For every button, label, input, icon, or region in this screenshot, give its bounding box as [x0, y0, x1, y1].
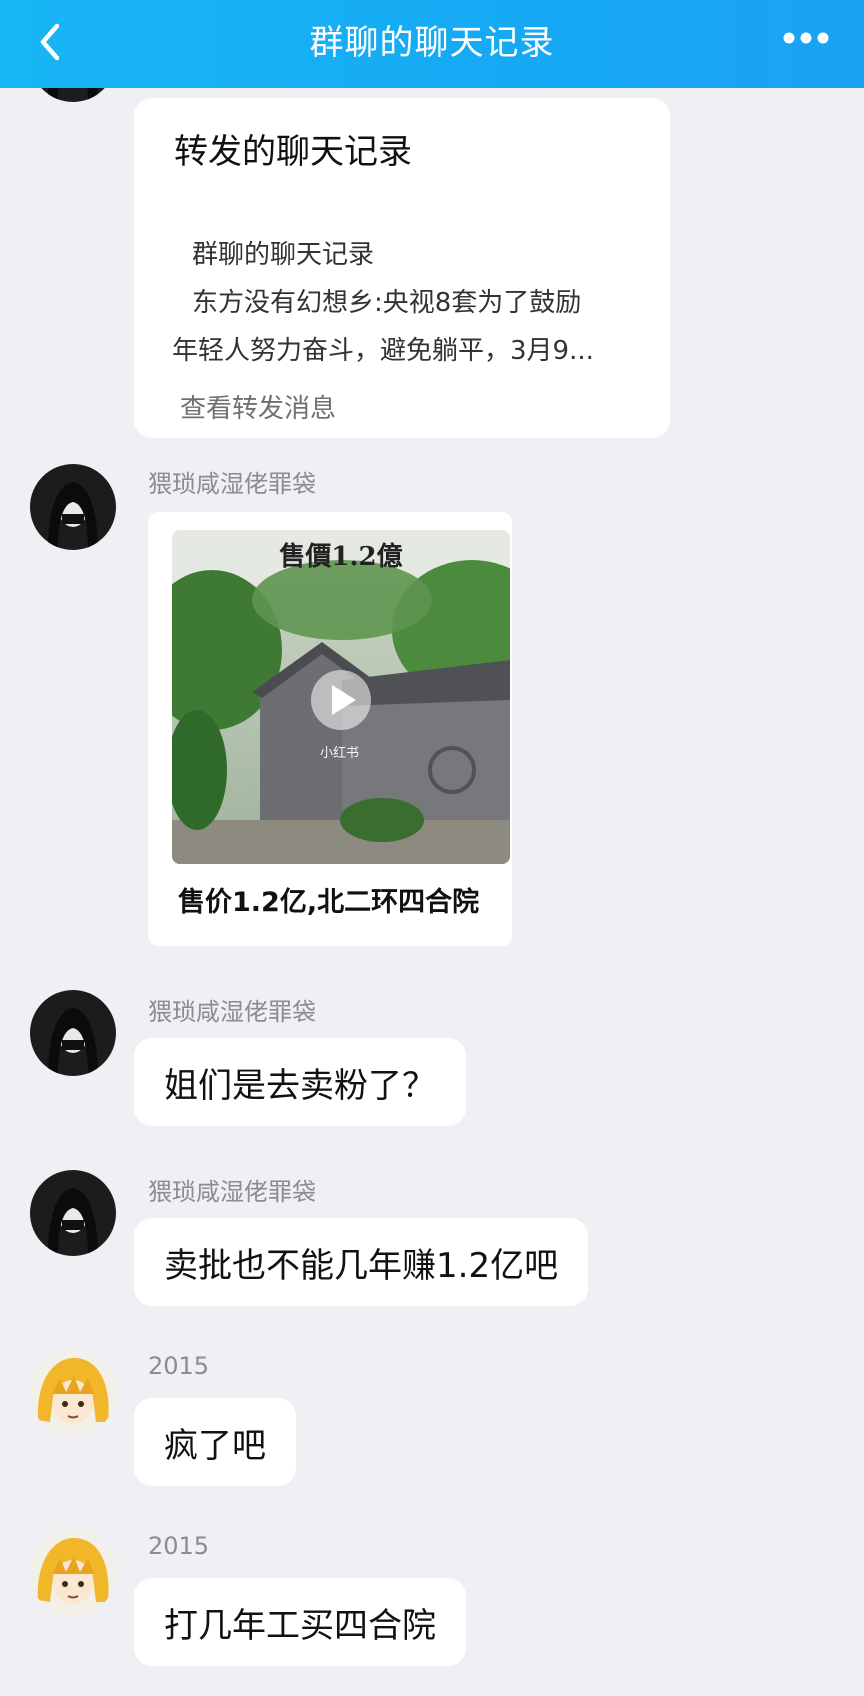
message-bubble[interactable]: 疯了吧 [134, 1398, 296, 1486]
dark-hair-avatar-icon [30, 1170, 116, 1256]
avatar[interactable] [30, 990, 116, 1076]
blonde-anime-avatar-icon [30, 1530, 116, 1616]
avatar[interactable] [30, 1350, 116, 1436]
video-caption: 售价1.2亿,北二环四合院 [178, 887, 480, 918]
video-overlay-text: 售價1.2億 [279, 542, 403, 572]
sender-name: 2015 [148, 1532, 210, 1560]
forwarded-title: 转发的聊天记录 [174, 132, 412, 172]
view-forwarded-link[interactable]: 查看转发消息 [180, 388, 336, 425]
dark-hair-avatar-icon [30, 464, 116, 550]
top-bar: 群聊的聊天记录 [0, 0, 864, 88]
forwarded-preview-line: 群聊的聊天记录 [192, 240, 375, 270]
avatar[interactable] [30, 1530, 116, 1616]
forwarded-record-card[interactable]: 转发的聊天记录 群聊的聊天记录 东方没有幻想乡:央视8套为了鼓励 年轻人努力奋斗… [134, 98, 670, 438]
sender-name: 猥琐咸湿佬罪袋 [148, 470, 316, 498]
forwarded-preview-line: 东方没有幻想乡:央视8套为了鼓励 [192, 288, 582, 318]
message-bubble[interactable]: 卖批也不能几年赚1.2亿吧 [134, 1218, 589, 1306]
courtyard-house-image [172, 530, 510, 864]
more-dots-icon [783, 32, 829, 44]
sender-name: 猥琐咸湿佬罪袋 [148, 998, 316, 1026]
message-bubble[interactable]: 打几年工买四合院 [134, 1578, 466, 1666]
sender-name: 猥琐咸湿佬罪袋 [148, 1178, 316, 1206]
dark-hair-avatar-icon [30, 990, 116, 1076]
avatar[interactable] [30, 1170, 116, 1256]
video-watermark: 小红书 [320, 746, 360, 761]
forwarded-preview-line: 年轻人努力奋斗，避免躺平，3月9... [172, 336, 594, 366]
page-title: 群聊的聊天记录 [309, 22, 555, 63]
blonde-anime-avatar-icon [30, 1350, 116, 1436]
video-message-card[interactable]: 售價1.2億 小红书 售价1.2亿,北二环四合院 [148, 512, 512, 946]
message-bubble[interactable]: 姐们是去卖粉了？ [134, 1038, 466, 1126]
avatar[interactable] [30, 464, 116, 550]
more-button[interactable] [778, 18, 834, 58]
sender-name: 2015 [148, 1352, 210, 1380]
video-thumbnail[interactable]: 售價1.2億 小红书 [172, 530, 510, 864]
